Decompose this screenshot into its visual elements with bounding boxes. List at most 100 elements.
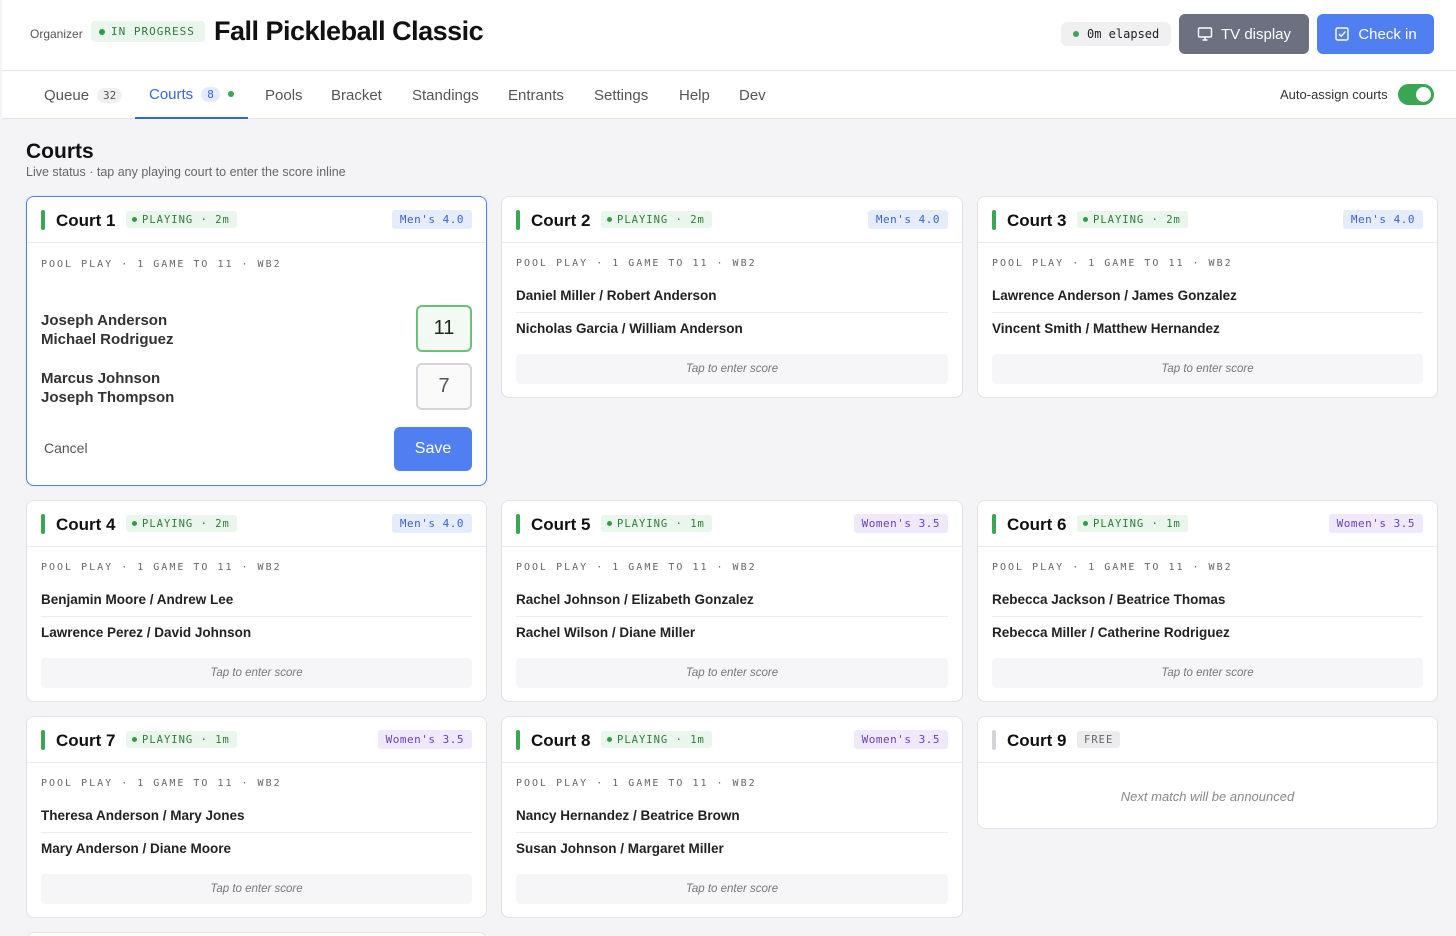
playing-badge: PLAYING · 1m [601,731,712,748]
tap-to-enter-score[interactable]: Tap to enter score [992,658,1423,688]
tab-dev[interactable]: Dev [739,71,766,119]
checkbox-icon [1335,27,1350,41]
tab-bracket-label: Bracket [331,86,382,104]
playing-status-text: PLAYING · 1m [1093,517,1181,530]
tap-to-enter-score[interactable]: Tap to enter score [516,658,948,688]
court-card-1[interactable]: Court 1 PLAYING · 2m Men's 4.0 POOL PLAY… [26,196,487,486]
division-badge: Women's 3.5 [1328,514,1423,533]
team-1-player-a: Joseph Anderson [41,312,168,329]
division-badge: Men's 4.0 [1342,210,1423,229]
tab-help-label: Help [679,86,710,104]
court-name: Court 3 [1007,211,1067,230]
tab-settings[interactable]: Settings [594,71,648,119]
court-card-6[interactable]: Court 6 PLAYING · 1m Women's 3.5 POOL PL… [977,500,1438,702]
tap-to-enter-score[interactable]: Tap to enter score [516,874,948,904]
court-card-8[interactable]: Court 8 PLAYING · 1m Women's 3.5 POOL PL… [501,716,963,918]
playing-badge: PLAYING · 2m [1077,211,1188,228]
team-2: Vincent Smith / Matthew Hernandez [992,321,1220,336]
tap-to-enter-score[interactable]: Tap to enter score [992,354,1423,384]
team-1: Rachel Johnson / Elizabeth Gonzalez [516,592,754,607]
team-divider [41,832,472,833]
team-1: Theresa Anderson / Mary Jones [41,808,245,823]
playing-badge: PLAYING · 1m [126,731,237,748]
court-card-9[interactable]: Court 9 FREE Next match will be announce… [977,716,1438,829]
tap-to-enter-score[interactable]: Tap to enter score [41,874,472,904]
court-card-4[interactable]: Court 4 PLAYING · 2m Men's 4.0 POOL PLAY… [26,500,487,702]
court-card-3[interactable]: Court 3 PLAYING · 2m Men's 4.0 POOL PLAY… [977,196,1438,398]
tv-display-button[interactable]: TV display [1179,14,1309,54]
tab-courts[interactable]: Courts 8 [135,71,248,119]
tab-pools[interactable]: Pools [265,71,303,119]
playing-dot-icon [607,217,612,222]
court-card-5[interactable]: Court 5 PLAYING · 1m Women's 3.5 POOL PL… [501,500,963,702]
playing-badge: PLAYING · 1m [1077,515,1188,532]
tab-standings[interactable]: Standings [412,71,479,119]
court-name: Court 9 [1007,731,1067,750]
playing-badge: PLAYING · 2m [126,211,237,228]
team-1: Joseph Anderson Michael Rodriguez [41,311,174,349]
check-in-button[interactable]: Check in [1317,14,1434,54]
court-card-header: Court 5 PLAYING · 1m Women's 3.5 [502,501,962,547]
court-card-header: Court 6 PLAYING · 1m Women's 3.5 [978,501,1437,547]
status-bar [992,730,996,750]
court-name: Court 8 [531,731,591,750]
court-name: Court 2 [531,211,591,230]
queue-count-badge: 32 [97,87,123,103]
tab-bracket[interactable]: Bracket [331,71,382,119]
team-1-score-input[interactable]: 11 [416,305,472,352]
division-badge: Men's 4.0 [391,514,472,533]
elapsed-text: 0m elapsed [1087,27,1160,41]
cancel-button[interactable]: Cancel [44,440,88,456]
team-1: Nancy Hernandez / Beatrice Brown [516,808,740,823]
team-divider [516,832,948,833]
tab-entrants[interactable]: Entrants [508,71,564,119]
division-badge: Women's 3.5 [853,514,948,533]
team-2: Mary Anderson / Diane Moore [41,841,232,856]
pool-info: POOL PLAY · 1 GAME TO 11 · WB2 [516,562,757,573]
status-bar [516,514,520,534]
court-name: Court 5 [531,515,591,534]
status-bar [41,514,45,534]
court-name: Court 1 [56,211,116,230]
courts-count-badge: 8 [201,86,220,102]
status-bar [992,514,996,534]
pool-info: POOL PLAY · 1 GAME TO 11 · WB2 [516,258,757,269]
court-card-2[interactable]: Court 2 PLAYING · 2m Men's 4.0 POOL PLAY… [501,196,963,398]
pool-info: POOL PLAY · 1 GAME TO 11 · WB2 [41,562,282,573]
playing-status-text: PLAYING · 2m [142,213,230,226]
live-dot-icon [1073,31,1079,37]
team-divider [516,312,948,313]
court-card-7[interactable]: Court 7 PLAYING · 1m Women's 3.5 POOL PL… [26,716,487,918]
status-bar [41,730,45,750]
court-card-header: Court 9 FREE [978,717,1437,763]
division-badge: Men's 4.0 [867,210,948,229]
tab-queue[interactable]: Queue 32 [44,71,123,119]
court-name: Court 7 [56,731,116,750]
team-divider [992,616,1423,617]
playing-badge: PLAYING · 2m [126,515,237,532]
free-badge: FREE [1077,731,1121,748]
team-2: Lawrence Perez / David Johnson [41,625,252,640]
tab-pools-label: Pools [265,86,303,104]
playing-dot-icon [607,521,612,526]
playing-dot-icon [607,737,612,742]
tab-help[interactable]: Help [679,71,710,119]
next-match-message: Next match will be announced [1120,789,1295,804]
auto-assign-toggle[interactable] [1398,84,1434,105]
team-2: Rachel Wilson / Diane Miller [516,625,696,640]
tab-courts-label: Courts [149,85,194,103]
playing-status-text: PLAYING · 2m [617,213,705,226]
save-button[interactable]: Save [394,427,472,471]
team-2-score-input[interactable]: 7 [416,363,472,410]
status-bar [516,730,520,750]
tap-to-enter-score[interactable]: Tap to enter score [41,658,472,688]
court-name: Court 6 [1007,515,1067,534]
elapsed-timer: 0m elapsed [1061,22,1172,46]
playing-badge: PLAYING · 2m [601,211,712,228]
status-bar [992,210,996,230]
pool-info: POOL PLAY · 1 GAME TO 11 · WB2 [41,778,282,789]
court-card-header: Court 8 PLAYING · 1m Women's 3.5 [502,717,962,763]
playing-status-text: PLAYING · 1m [617,517,705,530]
team-2-player-b: Joseph Thompson [41,389,175,406]
tap-to-enter-score[interactable]: Tap to enter score [516,354,948,384]
